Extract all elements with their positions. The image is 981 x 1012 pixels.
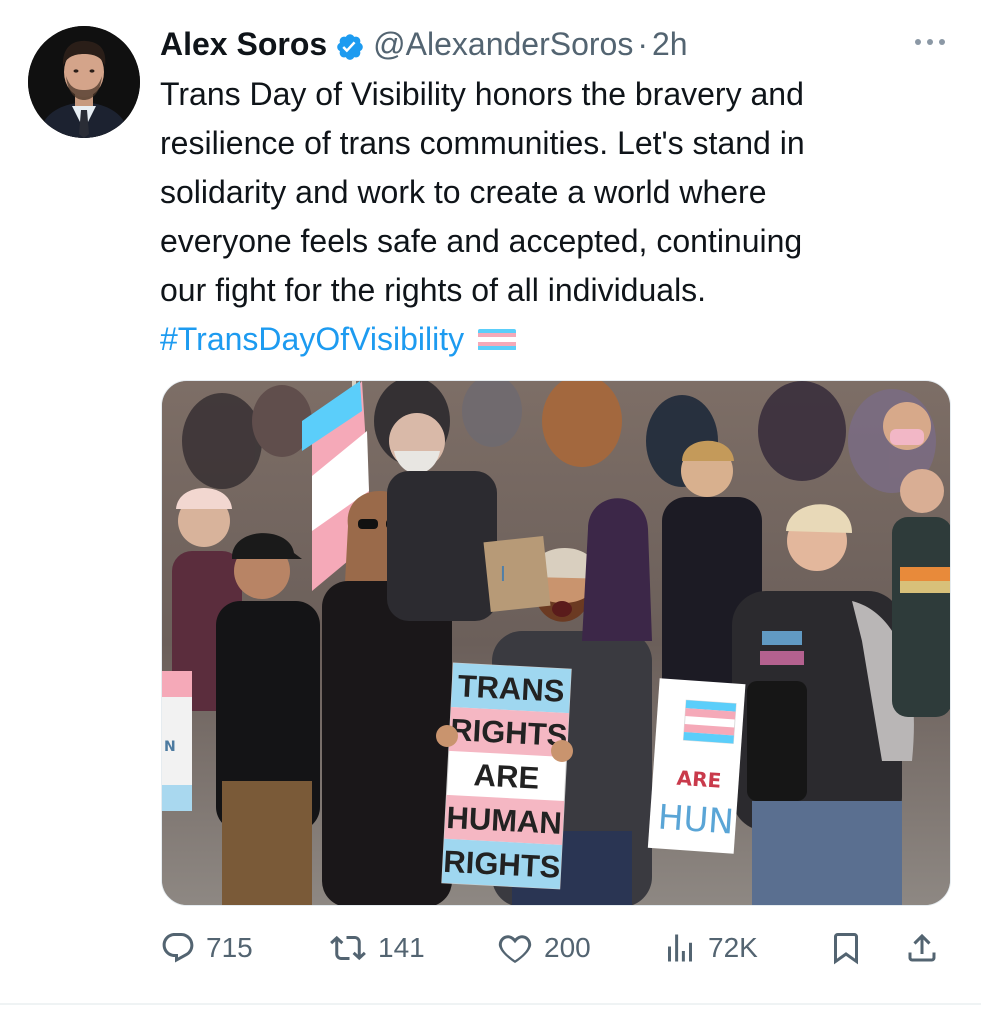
- reply-count: 715: [206, 932, 253, 963]
- views-button[interactable]: 72K: [662, 922, 758, 974]
- tweet-text: Trans Day of Visibility honors the brave…: [160, 70, 950, 364]
- verified-badge-icon[interactable]: [335, 29, 365, 60]
- repost-button[interactable]: 141: [328, 922, 425, 974]
- share-icon: [904, 930, 940, 966]
- cardboard-sign-text: I: [500, 562, 506, 586]
- tweet-text-line: Trans Day of Visibility honors the brave…: [160, 76, 804, 112]
- tweet-text-line: solidarity and work to create a world wh…: [160, 174, 767, 210]
- sign-line: RIGHTS: [449, 712, 568, 753]
- like-button[interactable]: 200: [496, 922, 591, 974]
- sign-line: RIGHTS: [442, 844, 561, 885]
- tweet-photo[interactable]: I N TRANS RIGHTS ARE HUMAN RIGHTS ARE HU…: [161, 380, 951, 906]
- hashtag-line: #TransDayOfVisibility: [160, 315, 950, 364]
- repost-icon: [328, 930, 368, 966]
- tweet-card[interactable]: Alex Soros @AlexanderSoros · 2h Trans Da…: [0, 0, 981, 1012]
- author-avatar[interactable]: [28, 26, 140, 138]
- tweet-text-line: resilience of trans communities. Let's s…: [160, 125, 805, 161]
- repost-count: 141: [378, 932, 425, 963]
- more-options-icon[interactable]: [908, 30, 952, 54]
- tweet-header: Alex Soros @AlexanderSoros · 2h: [160, 22, 688, 66]
- bottom-divider: [0, 1003, 981, 1005]
- author-name[interactable]: Alex Soros: [160, 22, 327, 66]
- share-button[interactable]: [904, 922, 940, 974]
- tweet-timestamp[interactable]: 2h: [652, 22, 688, 66]
- tweet-text-line: our fight for the rights of all individu…: [160, 272, 707, 308]
- tweet-text-line: everyone feels safe and accepted, contin…: [160, 223, 803, 259]
- hashtag-link[interactable]: #TransDayOfVisibility: [160, 315, 464, 364]
- separator-dot: ·: [637, 26, 648, 62]
- views-count: 72K: [708, 932, 758, 963]
- left-sign-text: N: [164, 739, 176, 755]
- transgender-flag-emoji: [478, 328, 517, 351]
- side-sign-text: HUN: [657, 797, 735, 842]
- bookmark-button[interactable]: [828, 922, 864, 974]
- like-count: 200: [544, 932, 591, 963]
- analytics-icon: [662, 930, 698, 966]
- bookmark-icon: [828, 930, 864, 966]
- reply-button[interactable]: 715: [160, 922, 253, 974]
- side-sign-top: ARE: [676, 766, 722, 793]
- author-handle[interactable]: @AlexanderSoros: [373, 22, 633, 66]
- heart-icon: [496, 930, 534, 966]
- sign-line: TRANS: [457, 668, 565, 709]
- tweet-action-bar: 715 141 200 72K: [160, 922, 950, 974]
- sign-line: HUMAN: [446, 800, 563, 841]
- reply-icon: [160, 930, 196, 966]
- sign-line: ARE: [473, 757, 540, 795]
